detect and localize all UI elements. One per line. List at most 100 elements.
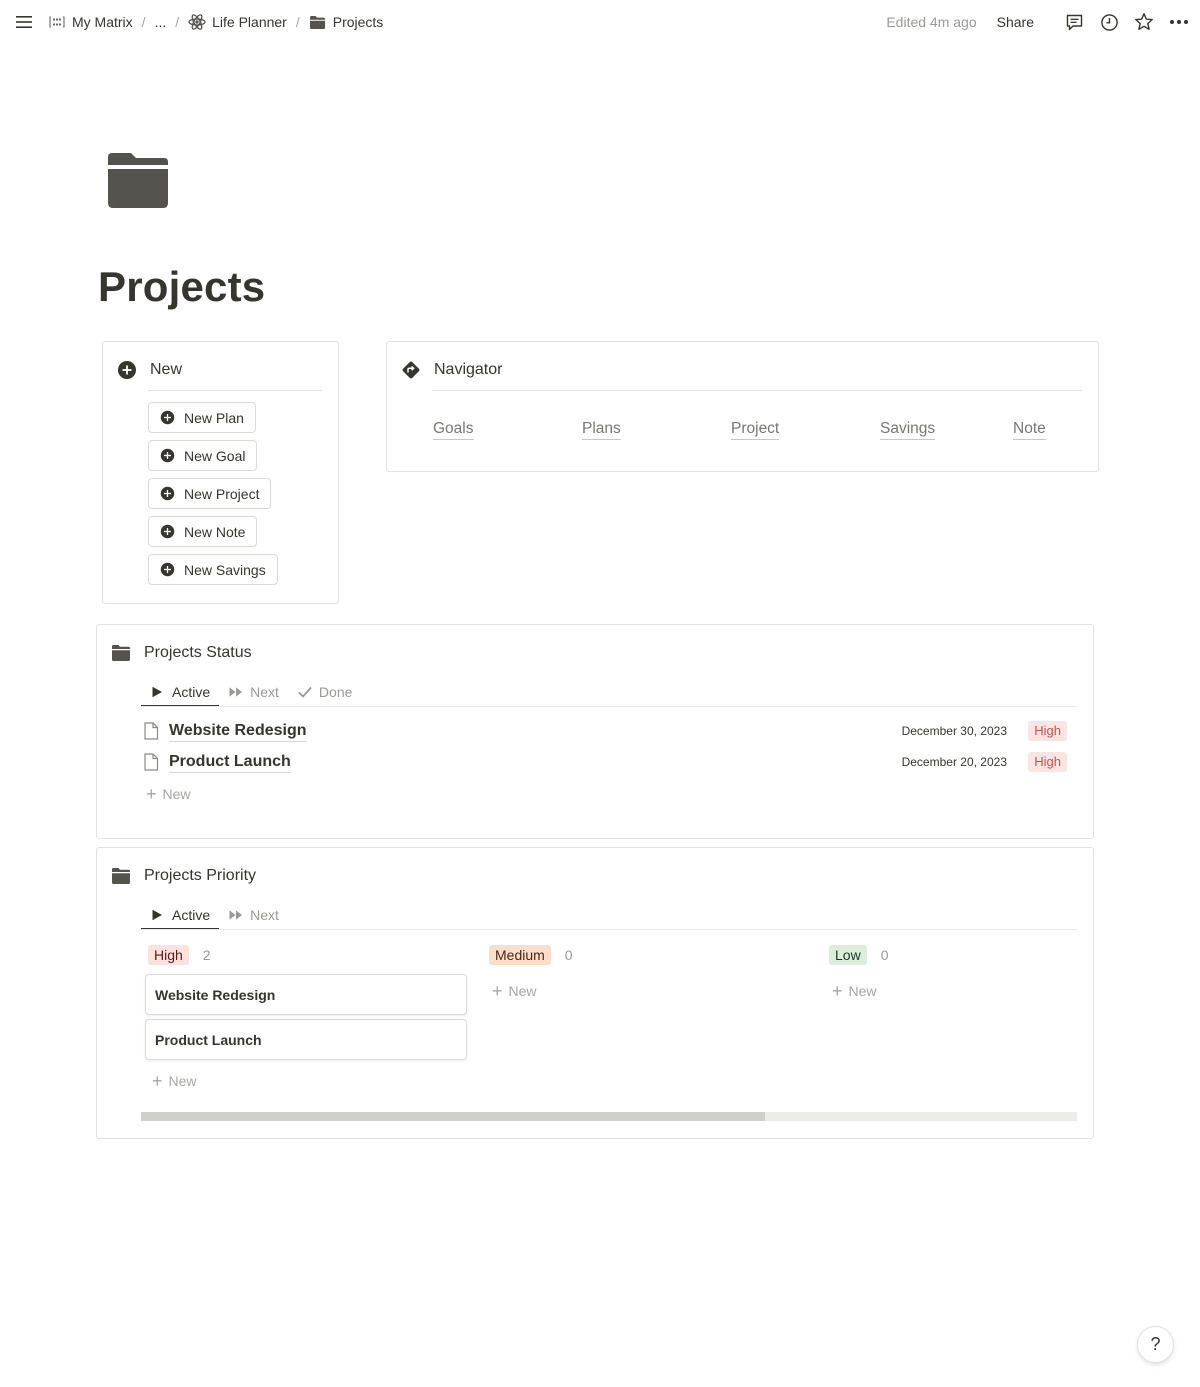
table-row[interactable]: Product Launch December 20, 2023 High bbox=[143, 748, 1077, 776]
breadcrumb-separator: / bbox=[295, 14, 300, 30]
priority-tag: High bbox=[1028, 752, 1067, 772]
star-icon[interactable] bbox=[1133, 11, 1155, 33]
new-plan-button[interactable]: New Plan bbox=[148, 402, 256, 433]
breadcrumb-projects[interactable]: Projects bbox=[309, 13, 383, 31]
database-title[interactable]: Projects Status bbox=[111, 644, 252, 662]
more-options-icon[interactable] bbox=[1168, 11, 1190, 33]
document-icon bbox=[144, 722, 159, 740]
plus-circle-icon bbox=[160, 448, 175, 463]
breadcrumb: My Matrix / ... / Life Planner / Project… bbox=[14, 11, 383, 33]
navigator-heading: Navigator bbox=[401, 360, 502, 380]
button-label: New Note bbox=[184, 523, 246, 540]
fast-forward-icon bbox=[229, 685, 243, 699]
new-savings-button[interactable]: New Savings bbox=[148, 554, 278, 585]
board-card[interactable]: Website Redesign bbox=[145, 974, 467, 1015]
nav-link-plans[interactable]: Plans bbox=[582, 420, 621, 440]
board-column-header-low[interactable]: Low 0 bbox=[829, 945, 888, 965]
nav-link-savings[interactable]: Savings bbox=[880, 420, 936, 440]
database-title-label: Projects Priority bbox=[144, 867, 257, 884]
add-new-label: New bbox=[168, 1073, 197, 1089]
breadcrumb-separator: / bbox=[141, 14, 146, 30]
add-new-card-button[interactable]: + New bbox=[492, 981, 537, 1001]
divider bbox=[141, 706, 1077, 707]
row-title: Website Redesign bbox=[169, 721, 307, 742]
new-project-button[interactable]: New Project bbox=[148, 478, 272, 509]
priority-tag: High bbox=[1028, 721, 1067, 741]
new-note-button[interactable]: New Note bbox=[148, 516, 258, 547]
scrollbar-thumb[interactable] bbox=[141, 1112, 766, 1121]
document-icon bbox=[144, 753, 159, 771]
checkmark-icon bbox=[298, 685, 312, 699]
add-new-card-button[interactable]: + New bbox=[832, 981, 877, 1001]
tab-label: Active bbox=[172, 907, 211, 923]
plus-circle-icon bbox=[160, 486, 175, 501]
table-row[interactable]: Website Redesign December 30, 2023 High bbox=[143, 717, 1077, 745]
button-label: New Goal bbox=[184, 447, 246, 464]
horizontal-scrollbar[interactable] bbox=[141, 1112, 1077, 1121]
plus-circle-icon bbox=[117, 360, 137, 380]
add-new-label: New bbox=[162, 786, 191, 802]
divider bbox=[141, 929, 1077, 930]
direction-sign-icon bbox=[401, 360, 421, 380]
tab-next[interactable]: Next bbox=[219, 677, 288, 707]
plus-icon: + bbox=[832, 981, 843, 1001]
column-count: 0 bbox=[564, 947, 573, 963]
share-button[interactable]: Share bbox=[997, 14, 1034, 30]
tab-done[interactable]: Done bbox=[288, 677, 361, 707]
folder-icon bbox=[112, 868, 130, 884]
top-bar: My Matrix / ... / Life Planner / Project… bbox=[0, 0, 1200, 44]
history-clock-icon[interactable] bbox=[1098, 11, 1120, 33]
button-label: New Project bbox=[184, 485, 260, 502]
view-tabs: Active Next Done bbox=[141, 677, 361, 707]
nav-link-note[interactable]: Note bbox=[1013, 420, 1046, 440]
priority-tag: High bbox=[148, 945, 189, 965]
breadcrumb-my-matrix[interactable]: My Matrix bbox=[48, 13, 133, 31]
plus-icon: + bbox=[152, 1071, 163, 1091]
fast-forward-icon bbox=[229, 908, 243, 922]
add-new-row-button[interactable]: + New bbox=[146, 784, 191, 804]
tab-active[interactable]: Active bbox=[141, 900, 220, 930]
tab-active[interactable]: Active bbox=[141, 677, 220, 707]
breadcrumb-label: ... bbox=[154, 14, 167, 30]
page-title: Projects bbox=[98, 263, 266, 310]
page-folder-icon[interactable] bbox=[107, 152, 169, 210]
breadcrumb-label: My Matrix bbox=[72, 14, 133, 30]
menu-icon[interactable] bbox=[14, 12, 34, 32]
tab-next[interactable]: Next bbox=[219, 900, 288, 930]
row-date: December 20, 2023 bbox=[901, 755, 1007, 769]
edited-status: Edited 4m ago bbox=[886, 14, 977, 30]
nav-link-project[interactable]: Project bbox=[731, 420, 780, 440]
plus-circle-icon bbox=[160, 410, 175, 425]
new-goal-button[interactable]: New Goal bbox=[148, 440, 258, 471]
comment-icon[interactable] bbox=[1063, 11, 1085, 33]
breadcrumb-ellipsis[interactable]: ... bbox=[155, 14, 167, 30]
help-button[interactable]: ? bbox=[1137, 1326, 1174, 1363]
database-title-label: Projects Status bbox=[144, 644, 252, 661]
folder-icon bbox=[309, 13, 327, 31]
play-icon bbox=[151, 908, 165, 922]
projects-priority-database: Projects Priority Active Next High 2 Web… bbox=[96, 847, 1094, 1139]
nav-link-goals[interactable]: Goals bbox=[433, 420, 474, 440]
column-count: 2 bbox=[202, 947, 211, 963]
database-title[interactable]: Projects Priority bbox=[111, 867, 256, 885]
new-callout-label: New bbox=[150, 361, 183, 378]
tab-label: Active bbox=[172, 684, 211, 700]
atom-icon bbox=[188, 13, 206, 31]
tab-label: Next bbox=[250, 684, 279, 700]
board-card[interactable]: Product Launch bbox=[145, 1019, 467, 1060]
row-title: Product Launch bbox=[169, 752, 291, 773]
plus-icon: + bbox=[492, 981, 503, 1001]
plus-icon: + bbox=[146, 784, 157, 804]
row-date: December 30, 2023 bbox=[901, 724, 1007, 738]
add-new-label: New bbox=[848, 983, 877, 999]
breadcrumb-life-planner[interactable]: Life Planner bbox=[188, 13, 287, 31]
priority-tag: Low bbox=[829, 945, 867, 965]
plus-circle-icon bbox=[160, 562, 175, 577]
divider bbox=[148, 390, 322, 391]
button-label: New Plan bbox=[184, 409, 244, 426]
board-column-header-high[interactable]: High 2 bbox=[148, 945, 211, 965]
add-new-card-button[interactable]: + New bbox=[152, 1071, 197, 1091]
board-column-header-medium[interactable]: Medium 0 bbox=[489, 945, 573, 965]
breadcrumb-separator: / bbox=[175, 14, 180, 30]
plus-circle-icon bbox=[160, 524, 175, 539]
